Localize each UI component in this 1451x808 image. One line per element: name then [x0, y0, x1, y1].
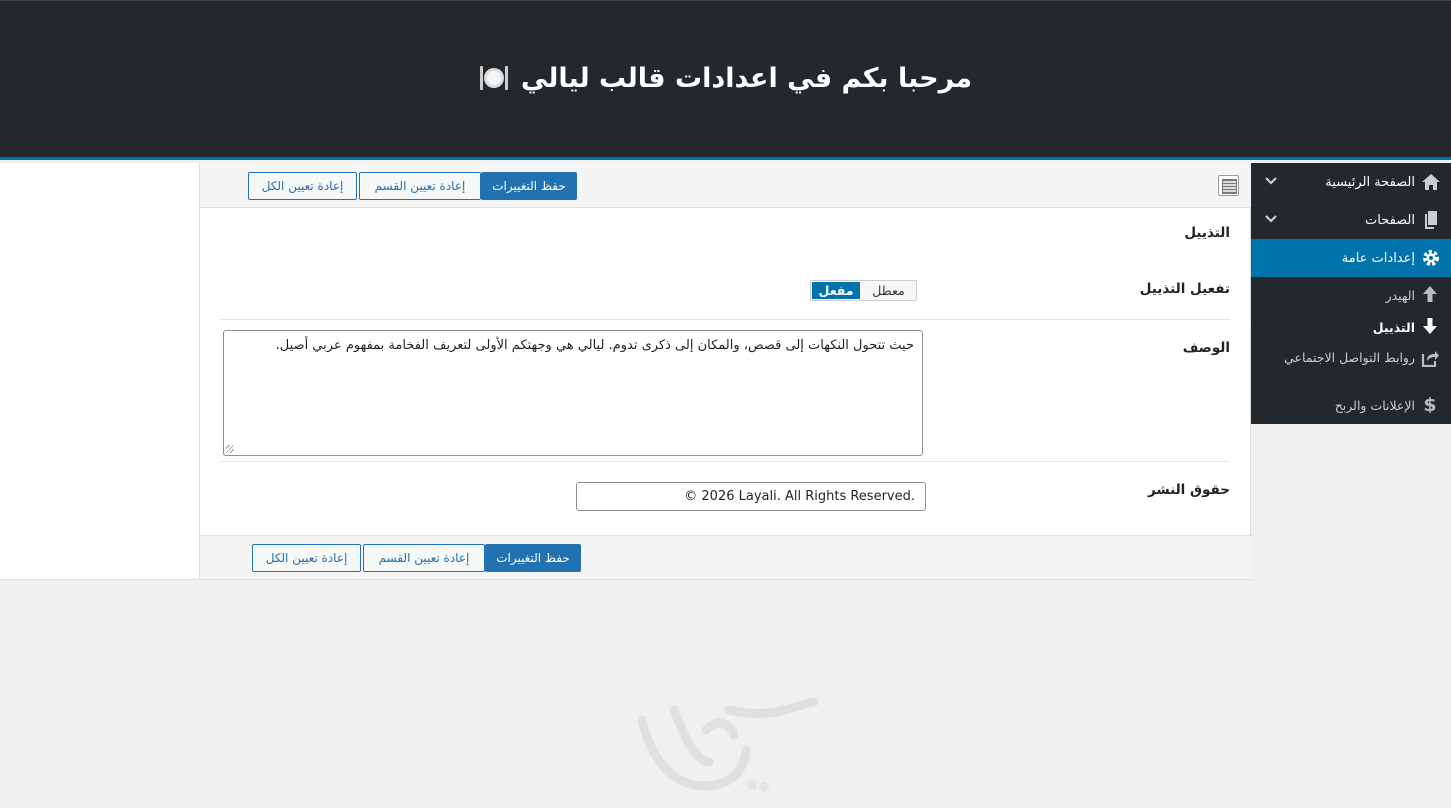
sidebar-subitem-ads[interactable]: $ الإعلانات والربح: [1251, 391, 1451, 421]
description-label: الوصف: [1182, 340, 1230, 356]
sidebar-subitem-header[interactable]: الهيدر: [1251, 277, 1451, 313]
enable-footer-switch[interactable]: معطل مفعل: [810, 280, 917, 301]
description-textarea[interactable]: حيث تتحول النكهات إلى قصص، والمكان إلى ذ…: [223, 330, 923, 456]
watermark-logo: [637, 697, 819, 792]
reset-all-button[interactable]: إعادة تعيين الكل: [248, 172, 357, 200]
pages-icon: [1425, 211, 1437, 229]
reset-all-button[interactable]: إعادة تعيين الكل: [252, 544, 361, 572]
switch-on-option[interactable]: مفعل: [811, 281, 861, 300]
sidebar-item-label: الصفحات: [1364, 212, 1415, 228]
sidebar-subitem-social[interactable]: روابط التواصل الاجتماعي: [1251, 343, 1451, 391]
reset-section-button[interactable]: إعادة تعيين القسم: [363, 544, 485, 572]
description-text: حيث تتحول النكهات إلى قصص، والمكان إلى ذ…: [275, 338, 914, 353]
sidebar-subitem-label: التذييل: [1372, 320, 1415, 335]
sidebar-item-label: إعدادات عامة: [1341, 250, 1415, 266]
enable-footer-label: تفعيل التذييل: [1139, 281, 1230, 297]
layout-toggle-icon[interactable]: [1218, 175, 1239, 196]
page-title: مرحبا بكم في اعدادات قالب ليالي: [479, 63, 972, 94]
page-title-text: مرحبا بكم في اعدادات قالب ليالي: [520, 62, 973, 94]
svg-text:$: $: [1423, 395, 1436, 413]
current-indicator: [1243, 319, 1251, 335]
bottom-toolbar: إعادة تعيين الكل إعادة تعيين القسم حفظ ا…: [200, 535, 1252, 580]
divider: [220, 319, 1230, 320]
copyright-label: حقوق النشر: [1147, 482, 1230, 498]
resize-grip-icon[interactable]: [226, 445, 234, 453]
left-blank-area: [0, 163, 199, 580]
sidebar-item-label: الصفحة الرئيسية: [1325, 174, 1415, 190]
save-button[interactable]: حفظ التغييرات: [485, 544, 581, 572]
sidebar-item-home[interactable]: الصفحة الرئيسية: [1251, 163, 1451, 201]
chevron-down-icon[interactable]: [1265, 175, 1277, 187]
sidebar-subitem-footer[interactable]: التذييل: [1243, 313, 1451, 343]
sidebar-item-general-settings[interactable]: إعدادات عامة: [1251, 239, 1451, 277]
copyright-input[interactable]: © 2026 Layali. All Rights Reserved.: [576, 482, 926, 511]
reset-section-button[interactable]: إعادة تعيين القسم: [359, 172, 481, 200]
share-icon: [1421, 351, 1439, 367]
gear-icon: [1423, 250, 1439, 266]
save-button[interactable]: حفظ التغييرات: [481, 172, 577, 200]
dollar-icon: $: [1423, 395, 1436, 413]
sidebar-menu: الصفحة الرئيسية الصفحات إعدادات عامة اله…: [1243, 163, 1451, 424]
header-banner: مرحبا بكم في اعدادات قالب ليالي: [0, 0, 1451, 160]
options-panel: إعادة تعيين الكل إعادة تعيين القسم حفظ ا…: [199, 163, 1252, 580]
plate-cutlery-icon: [479, 66, 508, 90]
sidebar-subitem-label: الإعلانات والربح: [1334, 398, 1415, 413]
section-title: التذييل: [1184, 225, 1230, 241]
arrow-up-icon: [1423, 286, 1437, 302]
top-toolbar: إعادة تعيين الكل إعادة تعيين القسم حفظ ا…: [200, 163, 1252, 208]
sidebar-subitem-label: الهيدر: [1385, 288, 1415, 303]
sidebar-item-pages[interactable]: الصفحات: [1251, 201, 1451, 239]
switch-off-option[interactable]: معطل: [861, 281, 916, 300]
arrow-down-icon: [1423, 318, 1437, 334]
copyright-text: © 2026 Layali. All Rights Reserved.: [684, 489, 915, 504]
home-icon: [1422, 174, 1440, 190]
chevron-down-icon[interactable]: [1265, 213, 1277, 225]
sidebar-subitem-label: روابط التواصل الاجتماعي: [1284, 350, 1415, 365]
divider: [220, 461, 1230, 462]
